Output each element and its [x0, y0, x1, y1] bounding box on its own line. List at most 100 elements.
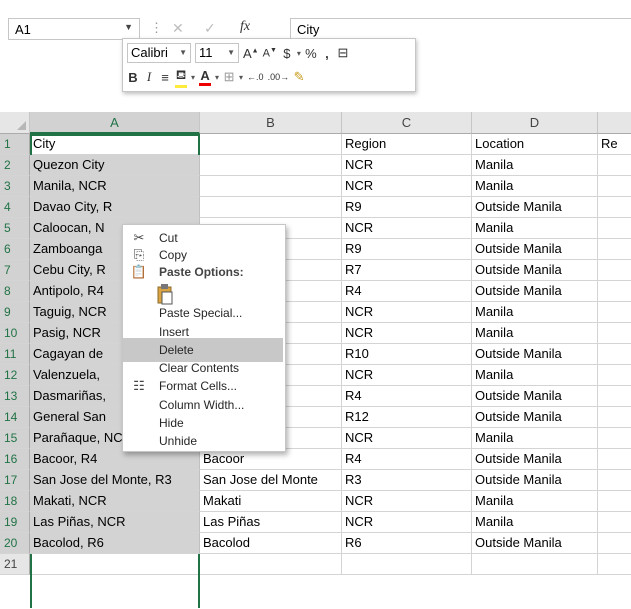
comma-style-icon[interactable]: ,: [321, 46, 333, 61]
table-cell[interactable]: R10: [342, 344, 472, 365]
fill-color-icon[interactable]: ⛾: [175, 67, 187, 88]
row-header[interactable]: 5: [0, 218, 30, 239]
row-header[interactable]: 21: [0, 554, 30, 575]
table-cell[interactable]: NCR: [342, 323, 472, 344]
table-cell[interactable]: Manila: [472, 155, 598, 176]
name-box[interactable]: A1 ▼: [8, 18, 140, 40]
table-cell[interactable]: R3: [342, 470, 472, 491]
bold-button[interactable]: B: [127, 70, 139, 85]
table-cell[interactable]: [598, 176, 631, 197]
table-cell[interactable]: Outside Manila: [472, 344, 598, 365]
table-cell[interactable]: Manila: [472, 323, 598, 344]
table-cell[interactable]: [598, 155, 631, 176]
table-cell[interactable]: Outside Manila: [472, 386, 598, 407]
table-cell[interactable]: Outside Manila: [472, 260, 598, 281]
table-cell[interactable]: Outside Manila: [472, 449, 598, 470]
row-header[interactable]: 4: [0, 197, 30, 218]
row-header[interactable]: 7: [0, 260, 30, 281]
font-color-icon[interactable]: A: [199, 68, 212, 86]
table-cell[interactable]: [598, 407, 631, 428]
table-cell[interactable]: NCR: [342, 155, 472, 176]
table-cell[interactable]: Outside Manila: [472, 407, 598, 428]
table-cell[interactable]: R7: [342, 260, 472, 281]
table-cell[interactable]: Manila: [472, 491, 598, 512]
chevron-down-icon[interactable]: ▾: [297, 49, 301, 58]
select-all-button[interactable]: [0, 112, 30, 134]
row-header[interactable]: 8: [0, 281, 30, 302]
chevron-down-icon[interactable]: ▼: [124, 22, 133, 32]
table-cell[interactable]: Manila: [472, 365, 598, 386]
table-cell[interactable]: Makati, NCR: [30, 491, 200, 512]
table-cell[interactable]: Re: [598, 134, 631, 155]
table-cell[interactable]: Quezon City: [30, 155, 200, 176]
table-cell[interactable]: [598, 197, 631, 218]
table-cell[interactable]: Outside Manila: [472, 533, 598, 554]
table-cell[interactable]: NCR: [342, 491, 472, 512]
decrease-font-icon[interactable]: A▼: [263, 47, 277, 60]
table-cell[interactable]: [200, 176, 342, 197]
increase-decimal-icon[interactable]: ←.0: [247, 72, 264, 82]
table-cell[interactable]: [30, 554, 200, 575]
row-header[interactable]: 17: [0, 470, 30, 491]
table-cell[interactable]: [200, 155, 342, 176]
table-cell[interactable]: Outside Manila: [472, 239, 598, 260]
font-size-box[interactable]: 11 ▼: [195, 43, 239, 63]
table-cell[interactable]: [598, 239, 631, 260]
column-header[interactable]: A: [30, 112, 200, 134]
row-header[interactable]: 14: [0, 407, 30, 428]
table-cell[interactable]: [598, 428, 631, 449]
table-cell[interactable]: [200, 134, 342, 155]
chevron-down-icon[interactable]: ▼: [227, 44, 235, 62]
italic-button[interactable]: I: [143, 69, 155, 85]
format-painter-icon[interactable]: ✎: [293, 69, 305, 85]
table-cell[interactable]: [200, 554, 342, 575]
table-cell[interactable]: City: [30, 134, 200, 155]
row-header[interactable]: 11: [0, 344, 30, 365]
increase-font-icon[interactable]: A▲: [243, 46, 259, 61]
row-header[interactable]: 9: [0, 302, 30, 323]
table-cell[interactable]: Manila: [472, 218, 598, 239]
table-cell[interactable]: Manila: [472, 512, 598, 533]
table-cell[interactable]: [472, 554, 598, 575]
table-cell[interactable]: [598, 281, 631, 302]
row-header[interactable]: 1: [0, 134, 30, 155]
chevron-down-icon[interactable]: ▾: [215, 73, 219, 82]
row-header[interactable]: 13: [0, 386, 30, 407]
table-cell[interactable]: [598, 512, 631, 533]
table-cell[interactable]: Manila, NCR: [30, 176, 200, 197]
row-header[interactable]: 2: [0, 155, 30, 176]
column-header[interactable]: D: [472, 112, 598, 134]
font-name-box[interactable]: Calibri ▼: [127, 43, 191, 63]
table-cell[interactable]: [598, 449, 631, 470]
context-menu-item[interactable]: Unhide: [123, 429, 283, 453]
table-cell[interactable]: [598, 470, 631, 491]
table-cell[interactable]: Makati: [200, 491, 342, 512]
row-header[interactable]: 3: [0, 176, 30, 197]
table-cell[interactable]: R4: [342, 386, 472, 407]
table-cell[interactable]: NCR: [342, 302, 472, 323]
column-header[interactable]: C: [342, 112, 472, 134]
table-cell[interactable]: Location: [472, 134, 598, 155]
table-cell[interactable]: San Jose del Monte: [200, 470, 342, 491]
table-cell[interactable]: NCR: [342, 365, 472, 386]
row-header[interactable]: 15: [0, 428, 30, 449]
table-cell[interactable]: [598, 218, 631, 239]
table-cell[interactable]: R6: [342, 533, 472, 554]
table-cell[interactable]: [598, 386, 631, 407]
borders-icon[interactable]: ⊞: [223, 69, 235, 85]
table-cell[interactable]: Las Piñas: [200, 512, 342, 533]
table-cell[interactable]: Manila: [472, 428, 598, 449]
row-header[interactable]: 12: [0, 365, 30, 386]
table-cell[interactable]: Bacolod, R6: [30, 533, 200, 554]
table-cell[interactable]: Bacolod: [200, 533, 342, 554]
table-cell[interactable]: [598, 323, 631, 344]
table-cell[interactable]: Las Piñas, NCR: [30, 512, 200, 533]
table-cell[interactable]: Manila: [472, 302, 598, 323]
accounting-format-icon[interactable]: $: [281, 46, 293, 61]
table-cell[interactable]: San Jose del Monte, R3: [30, 470, 200, 491]
table-cell[interactable]: [598, 344, 631, 365]
table-cell[interactable]: Outside Manila: [472, 197, 598, 218]
table-cell[interactable]: R12: [342, 407, 472, 428]
table-cell[interactable]: [598, 554, 631, 575]
table-cell[interactable]: NCR: [342, 176, 472, 197]
